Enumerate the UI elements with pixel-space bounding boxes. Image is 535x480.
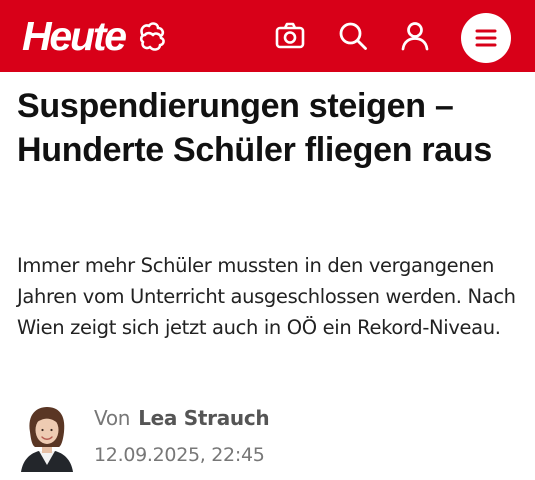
byline: Von Lea Strauch	[94, 404, 270, 432]
article-headline: Suspendierungen steigen – Hunderte Schül…	[17, 87, 492, 169]
author-avatar[interactable]	[17, 402, 77, 472]
article-lead: Immer mehr Schüler mussten in den vergan…	[17, 254, 516, 339]
top-navigation-bar: Heute	[0, 0, 535, 72]
user-icon[interactable]	[399, 20, 431, 52]
menu-button[interactable]	[461, 13, 511, 63]
publish-date: 12.09.2025, 22:45	[94, 444, 265, 466]
byline-prefix: Von	[94, 406, 131, 430]
author-name[interactable]: Lea Strauch	[138, 406, 269, 430]
weather-icon[interactable]	[135, 19, 169, 53]
logo-text: Heute	[22, 13, 127, 59]
heute-logo[interactable]: Heute	[22, 12, 169, 60]
search-icon[interactable]	[337, 20, 369, 52]
menu-icon	[475, 29, 497, 47]
camera-icon[interactable]	[274, 20, 306, 52]
